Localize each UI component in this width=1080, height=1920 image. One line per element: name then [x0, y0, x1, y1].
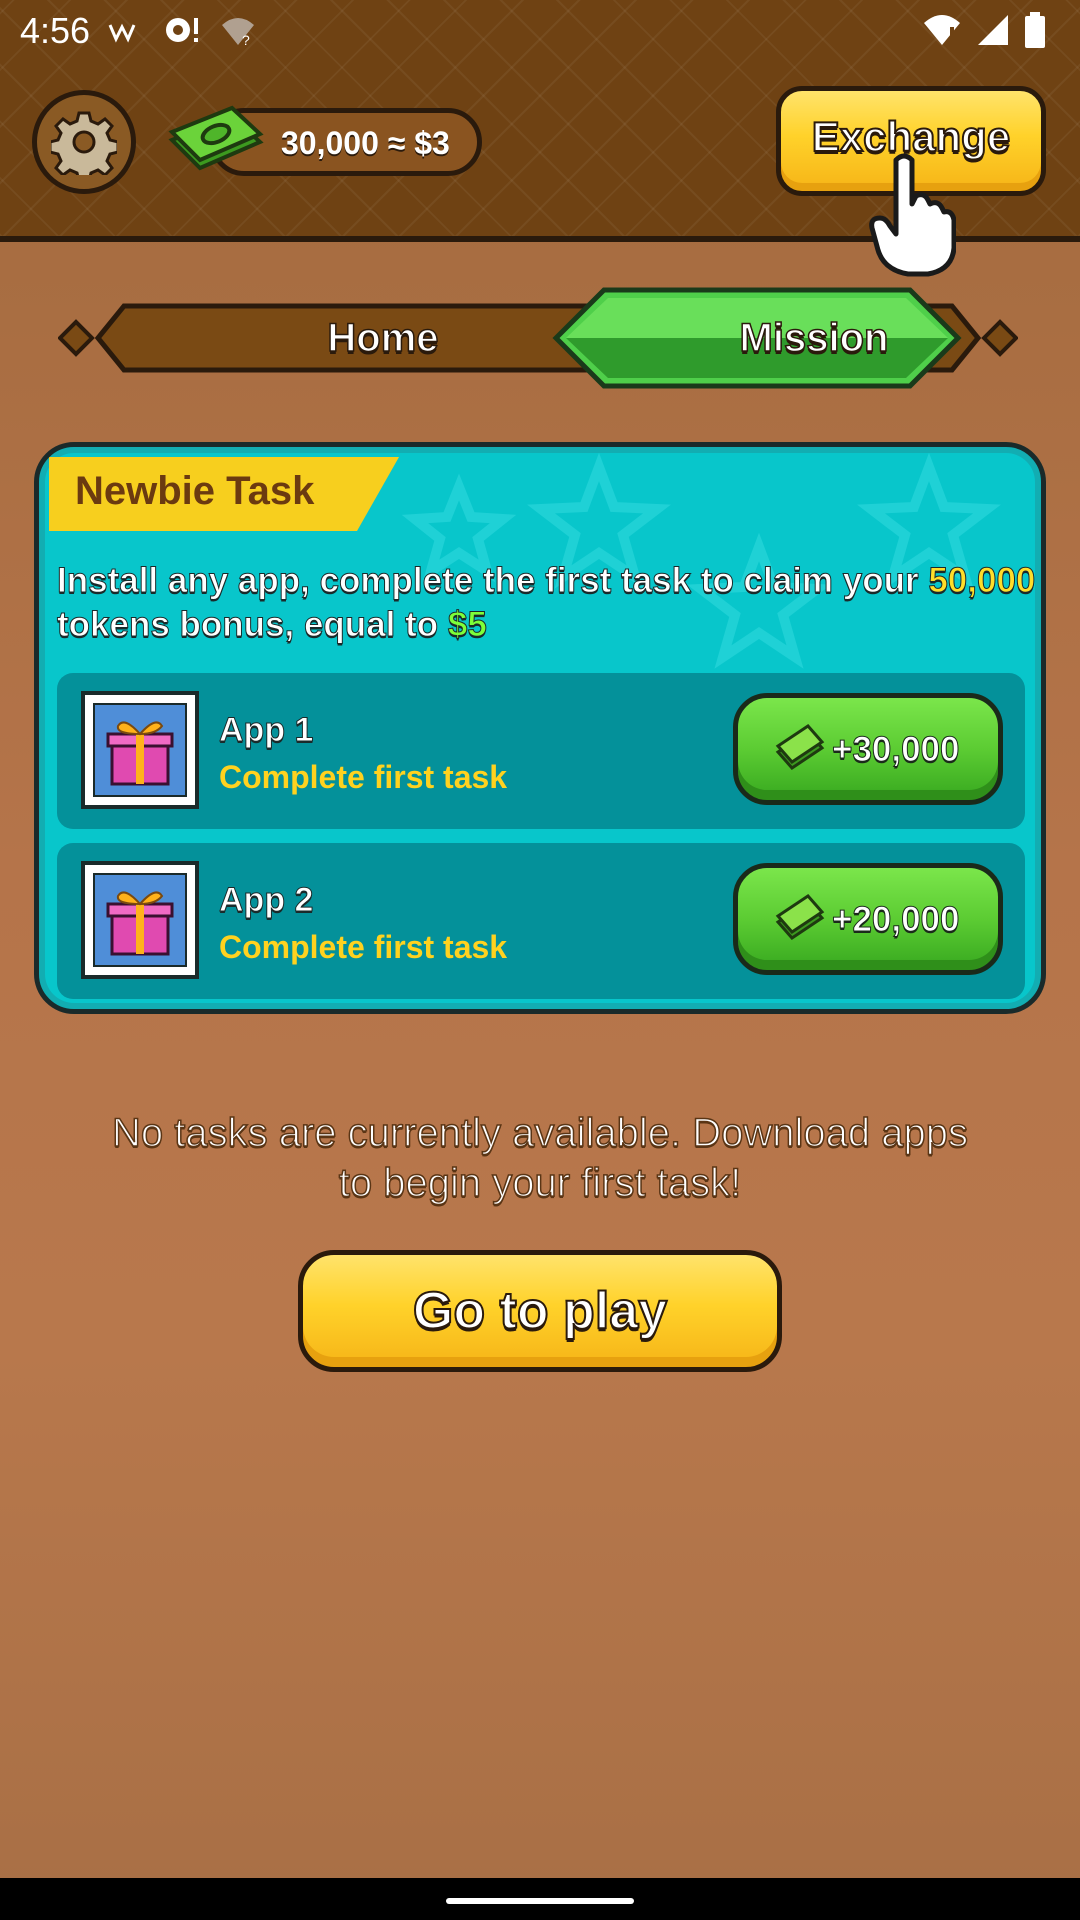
settings-button[interactable] [32, 90, 136, 194]
bonus-usd: $5 [447, 605, 487, 645]
task-app-name: App 2 [218, 881, 314, 920]
task-subtitle: Complete first task [219, 759, 508, 795]
pointing-hand-icon [869, 153, 956, 277]
carrier-icon [108, 23, 136, 43]
signal-icon [978, 15, 1008, 45]
bonus-tokens: 50,000 [928, 561, 1036, 601]
wifi-icon [924, 15, 960, 45]
tab-bar: Home Mission [58, 287, 1018, 389]
home-indicator[interactable] [446, 1898, 634, 1904]
task-app-name: App 1 [218, 711, 314, 750]
svg-text:?: ? [242, 32, 250, 47]
reward-button[interactable]: +20,000 [733, 863, 1003, 975]
notification-icon [166, 18, 198, 42]
cash-stack-icon [168, 105, 264, 171]
gift-box-icon [106, 721, 174, 786]
status-bar: 4:56 ? [0, 0, 1080, 64]
top-header: 4:56 ? 30,000 ≈ $3 Exchange [0, 0, 1080, 277]
gear-icon [51, 111, 117, 175]
task-row[interactable]: App 1 Complete first task +30,000 [57, 673, 1025, 829]
task-row[interactable]: App 2 Complete first task +20,000 [57, 843, 1025, 999]
task-subtitle: Complete first task [219, 929, 508, 965]
newbie-task-title: Newbie Task [75, 469, 315, 513]
balance-value: 30,000 ≈ $3 [281, 125, 450, 161]
tab-home[interactable]: Home [228, 315, 538, 361]
wifi-unknown-icon: ? [222, 18, 254, 47]
reward-button[interactable]: +30,000 [733, 693, 1003, 805]
gift-box-icon [106, 891, 174, 956]
go-to-play-button[interactable]: Go to play [298, 1250, 782, 1372]
app-thumbnail [81, 691, 199, 809]
reward-amount: +20,000 [832, 900, 960, 940]
app-thumbnail [81, 861, 199, 979]
cash-icon [775, 894, 825, 940]
go-to-play-label: Go to play [412, 1281, 668, 1341]
status-time: 4:56 [20, 10, 91, 51]
cash-icon [775, 724, 825, 770]
newbie-task-description: Install any app, complete the first task… [56, 561, 1036, 645]
battery-icon [1025, 12, 1045, 48]
tab-mission[interactable]: Mission [654, 315, 974, 361]
empty-state-message: No tasks are currently available. Downlo… [111, 1110, 969, 1206]
newbie-task-card: Newbie Task Install any app, complete th… [34, 442, 1046, 1014]
reward-amount: +30,000 [832, 730, 960, 770]
system-nav-bar [0, 1878, 1080, 1920]
